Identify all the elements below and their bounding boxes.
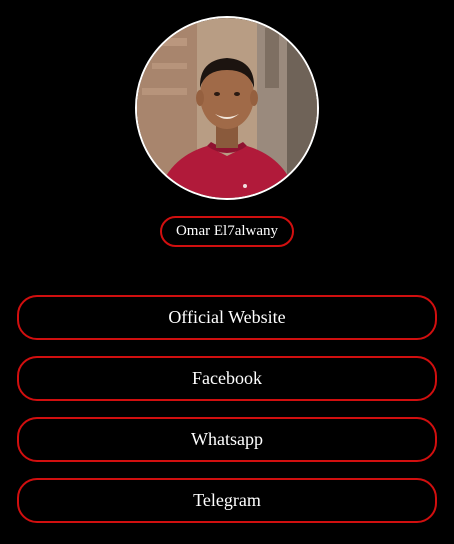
avatar (135, 16, 319, 200)
official-website-button[interactable]: Official Website (17, 295, 437, 340)
avatar-photo (137, 18, 317, 198)
profile-name-badge: Omar El7alwany (160, 216, 294, 247)
whatsapp-button[interactable]: Whatsapp (17, 417, 437, 462)
profile-page: Omar El7alwany Official Website Facebook… (0, 0, 454, 544)
telegram-button[interactable]: Telegram (17, 478, 437, 523)
facebook-button[interactable]: Facebook (17, 356, 437, 401)
